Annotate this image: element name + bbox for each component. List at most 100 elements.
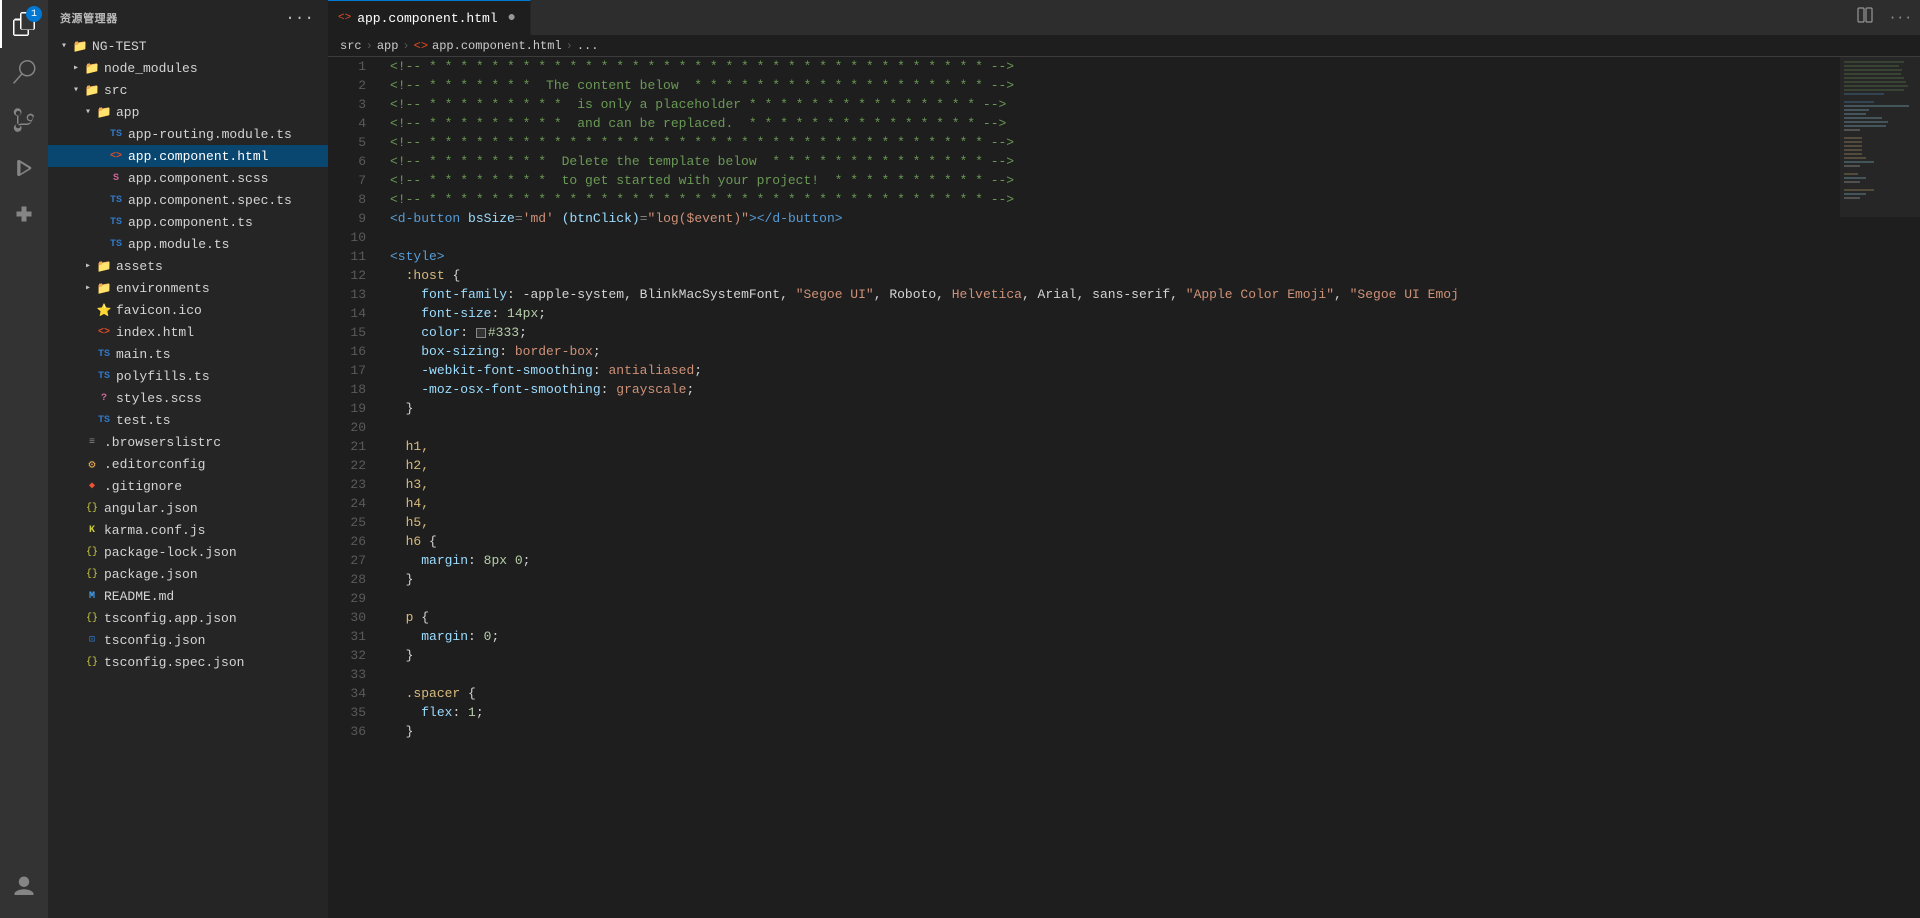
line-num: 21 [328,437,366,456]
tree-item-label: app [116,105,328,120]
breadcrumb-more[interactable]: ... [577,39,599,53]
sidebar-item-browserslistrc[interactable]: ≡ .browserslistrc [48,431,328,453]
sidebar-item-app[interactable]: 📁 app [48,101,328,123]
tree-item-label: package-lock.json [104,545,328,560]
json-icon: {} [84,654,100,670]
breadcrumb-file[interactable]: app.component.html [432,39,562,53]
sidebar-item-assets[interactable]: 📁 assets [48,255,328,277]
code-line: <!-- * * * * * * * * * and can be replac… [390,114,1840,133]
line-num: 25 [328,513,366,532]
split-editor-btn[interactable] [1849,7,1881,28]
tree-item-label: app.component.ts [128,215,328,230]
line-num: 11 [328,247,366,266]
sidebar-item-angular-json[interactable]: {} angular.json [48,497,328,519]
sidebar-item-test-ts[interactable]: TS test.ts [48,409,328,431]
tab-bar: <> app.component.html ● ··· [328,0,1920,35]
ico-icon: ⭐ [96,302,112,318]
line-num: 12 [328,266,366,285]
tree-root[interactable]: 📁 NG-TEST [48,35,328,57]
tab-app-component-html[interactable]: <> app.component.html ● [328,0,531,35]
activity-files[interactable]: 1 [0,0,48,48]
code-line: margin: 0; [390,627,1840,646]
sidebar-item-src[interactable]: 📁 src [48,79,328,101]
tree-item-label: styles.scss [116,391,328,406]
line-num: 29 [328,589,366,608]
sidebar-item-tsconfig-json[interactable]: ⊡ tsconfig.json [48,629,328,651]
chevron-icon [80,104,96,120]
line-num: 8 [328,190,366,209]
activity-extensions[interactable] [0,192,48,240]
code-line: <!-- * * * * * * * * * * * * * * * * * *… [390,133,1840,152]
code-line: p { [390,608,1840,627]
sidebar-item-app-component-html[interactable]: <> app.component.html [48,145,328,167]
code-line [390,665,1840,684]
ts-icon: TS [96,346,112,362]
sidebar-item-main-ts[interactable]: TS main.ts [48,343,328,365]
line-num: 23 [328,475,366,494]
tab-label: app.component.html [357,11,497,26]
sidebar-item-styles-scss[interactable]: ? styles.scss [48,387,328,409]
sidebar-item-app-component-ts[interactable]: TS app.component.ts [48,211,328,233]
tree-item-label: app.component.html [128,149,328,164]
tree-item-label: angular.json [104,501,328,516]
sidebar-more-btn[interactable]: ··· [283,7,316,29]
line-num: 36 [328,722,366,741]
sidebar-item-karma-conf[interactable]: K karma.conf.js [48,519,328,541]
line-num: 6 [328,152,366,171]
folder-icon: 📁 [84,82,100,98]
sidebar-item-package-json[interactable]: {} package.json [48,563,328,585]
code-line: <!-- * * * * * * * * to get started with… [390,171,1840,190]
line-num: 1 [328,57,366,76]
tree-item-label: node_modules [104,61,328,76]
breadcrumb-src[interactable]: src [340,39,362,53]
minimap [1840,57,1920,918]
code-content[interactable]: <!-- * * * * * * * * * * * * * * * * * *… [378,57,1840,918]
line-num: 7 [328,171,366,190]
sidebar-item-environments[interactable]: 📁 environments [48,277,328,299]
code-editor: 1 2 3 4 5 6 7 8 9 10 11 12 13 14 15 16 1… [328,57,1920,918]
line-num: 34 [328,684,366,703]
code-line: h3, [390,475,1840,494]
account-icon [12,874,36,898]
sidebar-item-editorconfig[interactable]: ⚙ .editorconfig [48,453,328,475]
breadcrumb-sep: › [402,39,409,53]
sidebar-item-package-lock[interactable]: {} package-lock.json [48,541,328,563]
code-line: color: #333; [390,323,1840,342]
sidebar-item-index-html[interactable]: <> index.html [48,321,328,343]
activity-source-control[interactable] [0,96,48,144]
tab-more-btn[interactable]: ··· [1881,10,1920,25]
tab-close-btn[interactable]: ● [504,10,520,26]
sidebar-item-polyfills[interactable]: TS polyfills.ts [48,365,328,387]
tree-item-label: app.module.ts [128,237,328,252]
sidebar-item-tsconfig-app[interactable]: {} tsconfig.app.json [48,607,328,629]
sidebar-item-app-routing[interactable]: TS app-routing.module.ts [48,123,328,145]
activity-bar-top: 1 [0,0,48,240]
line-num: 13 [328,285,366,304]
sidebar-item-app-module[interactable]: TS app.module.ts [48,233,328,255]
sidebar-title: 资源管理器 [60,10,118,26]
sidebar-actions: ··· [283,7,316,29]
sidebar-item-app-component-spec[interactable]: TS app.component.spec.ts [48,189,328,211]
sidebar-item-app-component-scss[interactable]: S app.component.scss [48,167,328,189]
root-folder-label: NG-TEST [92,39,328,54]
line-num: 16 [328,342,366,361]
activity-account[interactable] [0,862,48,910]
line-num: 3 [328,95,366,114]
tree-item-label: README.md [104,589,328,604]
activity-search[interactable] [0,48,48,96]
sidebar-item-tsconfig-spec[interactable]: {} tsconfig.spec.json [48,651,328,673]
tree-item-label: tsconfig.spec.json [104,655,328,670]
scss-icon: ? [96,390,112,406]
folder-icon: 📁 [96,104,112,120]
json-icon: {} [84,500,100,516]
activity-run[interactable] [0,144,48,192]
tree-item-label: polyfills.ts [116,369,328,384]
line-num: 14 [328,304,366,323]
line-num: 31 [328,627,366,646]
sidebar-item-gitignore[interactable]: ◆ .gitignore [48,475,328,497]
sidebar-item-readme[interactable]: M README.md [48,585,328,607]
sidebar-item-node_modules[interactable]: 📁 node_modules [48,57,328,79]
tree-item-label: .browserslistrc [104,435,328,450]
breadcrumb-app[interactable]: app [377,39,399,53]
sidebar-item-favicon[interactable]: ⭐ favicon.ico [48,299,328,321]
